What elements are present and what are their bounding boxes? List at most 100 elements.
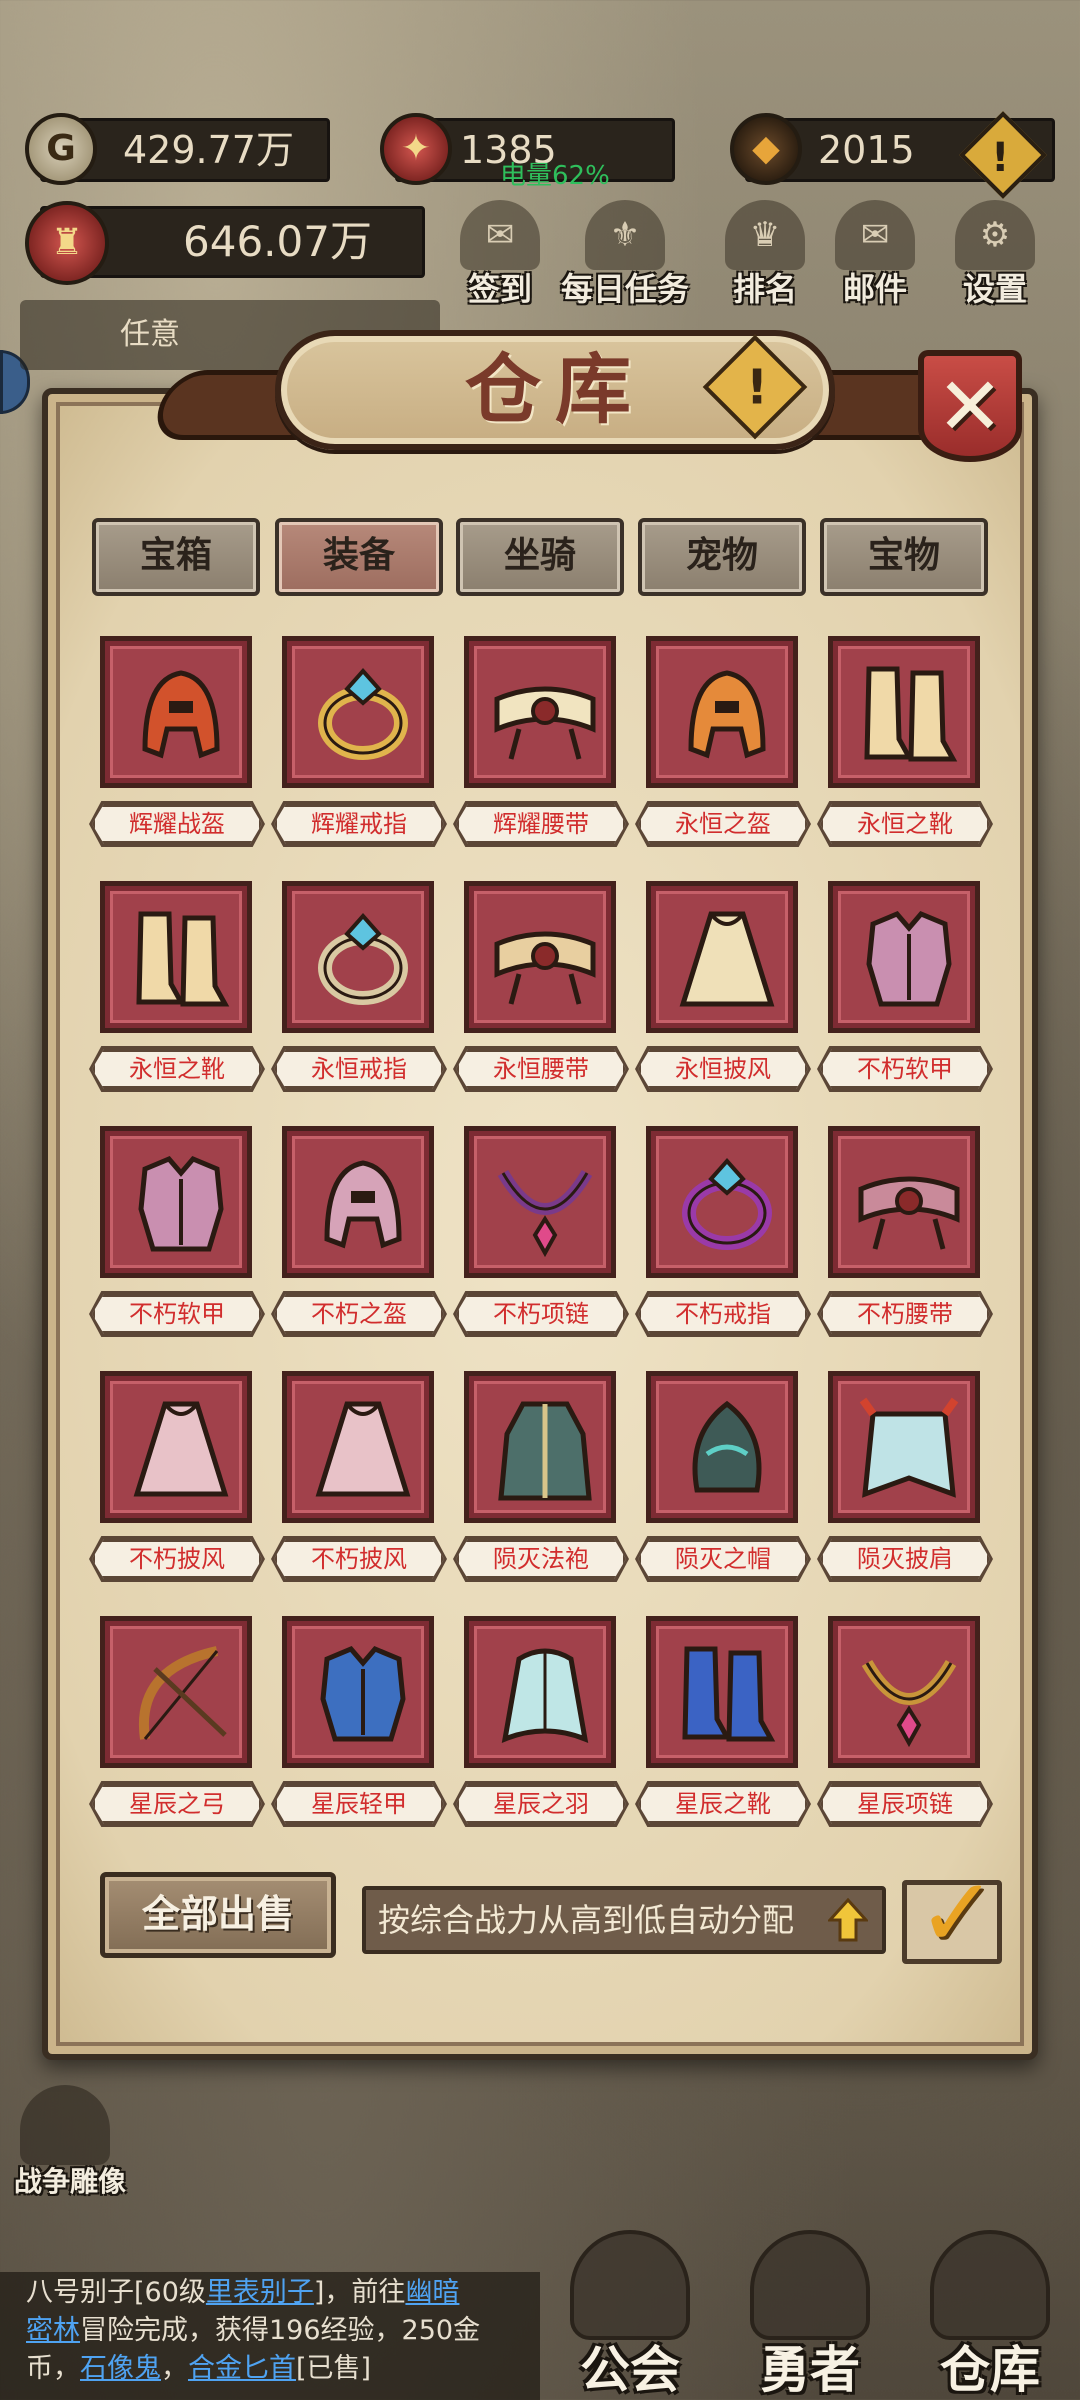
equipment-slot[interactable]: 辉耀腰带 (453, 636, 629, 856)
equipment-slot[interactable]: 永恒披风 (635, 881, 811, 1101)
log-link[interactable]: 密林 (26, 2315, 80, 2346)
item-name: 不朽软甲 (820, 1049, 990, 1089)
close-button[interactable]: ✕ (918, 350, 1022, 462)
battery-indicator: 电量62% (500, 161, 610, 191)
item-frame (464, 881, 616, 1033)
menu-signin-label: 签到 (467, 270, 532, 308)
equipment-slot[interactable]: 永恒之靴 (89, 881, 265, 1101)
tab-equipment[interactable]: 装备 (275, 518, 443, 596)
cloak-icon (679, 911, 775, 1007)
item-name: 不朽披风 (274, 1539, 444, 1579)
equipment-slot[interactable]: 陨灭之帽 (635, 1371, 811, 1591)
necklace-icon (497, 1169, 593, 1258)
nav-warehouse-label: 仓库 (940, 2341, 1040, 2399)
robe-icon (498, 1401, 592, 1501)
nav-warehouse[interactable]: 仓库 (900, 2230, 1080, 2400)
equipment-slot[interactable]: 永恒腰带 (453, 881, 629, 1101)
log-link[interactable]: 合金匕首 (188, 2353, 296, 2384)
equipment-slot[interactable]: 不朽项链 (453, 1126, 629, 1346)
log-line-2: 密林冒险完成，获得196经验，250金 (26, 2312, 530, 2350)
menu-signin[interactable]: ✉ 签到 (440, 200, 560, 310)
item-name: 永恒之盔 (638, 804, 808, 844)
equipment-slot[interactable]: 不朽腰带 (817, 1126, 993, 1346)
item-name: 不朽披风 (92, 1539, 262, 1579)
tab-mounts[interactable]: 坐骑 (456, 518, 624, 596)
equipment-slot[interactable]: 星辰之靴 (635, 1616, 811, 1836)
equipment-slot[interactable]: 陨灭法袍 (453, 1371, 629, 1591)
equipment-slot[interactable]: 不朽之盔 (271, 1126, 447, 1346)
helmet-icon (142, 670, 220, 759)
category-tabs: 宝箱 装备 坐骑 宠物 宝物 (92, 518, 992, 600)
log-text: 币， (26, 2353, 80, 2384)
tab-pets[interactable]: 宠物 (638, 518, 806, 596)
equipment-slot[interactable]: 不朽披风 (271, 1371, 447, 1591)
item-frame (100, 1126, 252, 1278)
item-name: 不朽软甲 (92, 1294, 262, 1334)
equipment-slot[interactable]: 永恒之靴 (817, 636, 993, 856)
quest-icon: ⚜ (585, 200, 665, 270)
necklace-icon (861, 1659, 957, 1748)
menu-ranking[interactable]: ♛ 排名 (705, 200, 825, 310)
equipment-slot[interactable]: 不朽戒指 (635, 1126, 811, 1346)
equipment-slot[interactable]: 星辰之弓 (89, 1616, 265, 1836)
tab-chests[interactable]: 宝箱 (92, 518, 260, 596)
item-frame (646, 881, 798, 1033)
equipment-slot[interactable]: 陨灭披肩 (817, 1371, 993, 1591)
equipment-slot[interactable]: 永恒之盔 (635, 636, 811, 856)
item-frame (646, 636, 798, 788)
item-name: 永恒之靴 (820, 804, 990, 844)
tab-treasures[interactable]: 宝物 (820, 518, 988, 596)
item-frame (282, 636, 434, 788)
item-frame (464, 1126, 616, 1278)
item-frame (100, 1616, 252, 1768)
item-name: 陨灭法袍 (456, 1539, 626, 1579)
gear-icon: ⚙ (955, 200, 1035, 270)
item-name: 星辰之弓 (92, 1784, 262, 1824)
belt-icon (858, 1176, 960, 1250)
equipment-slot[interactable]: 不朽软甲 (89, 1126, 265, 1346)
log-text: ， (161, 2353, 188, 2384)
sell-all-button[interactable]: 全部出售 (100, 1872, 336, 1958)
nav-guild[interactable]: 公会 (540, 2230, 720, 2400)
guild-icon (570, 2230, 690, 2340)
ring-icon (318, 667, 408, 760)
menu-mail[interactable]: ✉ 邮件 (815, 200, 935, 310)
auto-assign-dropdown[interactable]: 按综合战力从高到低自动分配 (362, 1886, 886, 1954)
gem-icon: ◆ (730, 113, 802, 185)
item-frame (828, 636, 980, 788)
item-name: 永恒披风 (638, 1049, 808, 1089)
arrow-up-icon (828, 1898, 868, 1942)
alert-icon[interactable]: ! (959, 111, 1047, 199)
item-name: 不朽腰带 (820, 1294, 990, 1334)
item-frame (100, 636, 252, 788)
auto-assign-checkbox[interactable]: ✓ (902, 1857, 1002, 1969)
warehouse-icon (930, 2230, 1050, 2340)
equipment-slot[interactable]: 星辰项链 (817, 1616, 993, 1836)
item-name: 永恒腰带 (456, 1049, 626, 1089)
war-statue-icon[interactable] (20, 2085, 110, 2165)
item-frame (828, 1371, 980, 1523)
equipment-slot[interactable]: 星辰之羽 (453, 1616, 629, 1836)
log-link[interactable]: 石像鬼 (80, 2353, 161, 2384)
scroll-icon: ✉ (460, 200, 540, 270)
gem-counter: ◆ 2015 ! (730, 111, 1055, 199)
crown-icon: ♛ (725, 200, 805, 270)
menu-daily-quests-label: 每日任务 (560, 270, 689, 308)
equipment-slot[interactable]: 永恒戒指 (271, 881, 447, 1101)
equipment-slot[interactable]: 辉耀戒指 (271, 636, 447, 856)
item-frame (282, 1616, 434, 1768)
power-crest-icon: ♜ (25, 201, 109, 285)
equipment-slot[interactable]: 不朽软甲 (817, 881, 993, 1101)
nav-hero[interactable]: 勇者 (720, 2230, 900, 2400)
equipment-slot[interactable]: 辉耀战盔 (89, 636, 265, 856)
log-line-1: 八号别子[60级里表别子]，前往幽暗 (26, 2274, 530, 2312)
log-link[interactable]: 幽暗 (405, 2277, 459, 2308)
menu-daily-quests[interactable]: ⚜ 每日任务 (550, 200, 700, 310)
nav-guild-label: 公会 (580, 2341, 680, 2399)
equipment-slot[interactable]: 不朽披风 (89, 1371, 265, 1591)
log-link[interactable]: 里表别子 (206, 2277, 314, 2308)
item-frame (828, 1126, 980, 1278)
equipment-slot[interactable]: 星辰轻甲 (271, 1616, 447, 1836)
item-frame (646, 1126, 798, 1278)
menu-settings[interactable]: ⚙ 设置 (935, 200, 1055, 310)
